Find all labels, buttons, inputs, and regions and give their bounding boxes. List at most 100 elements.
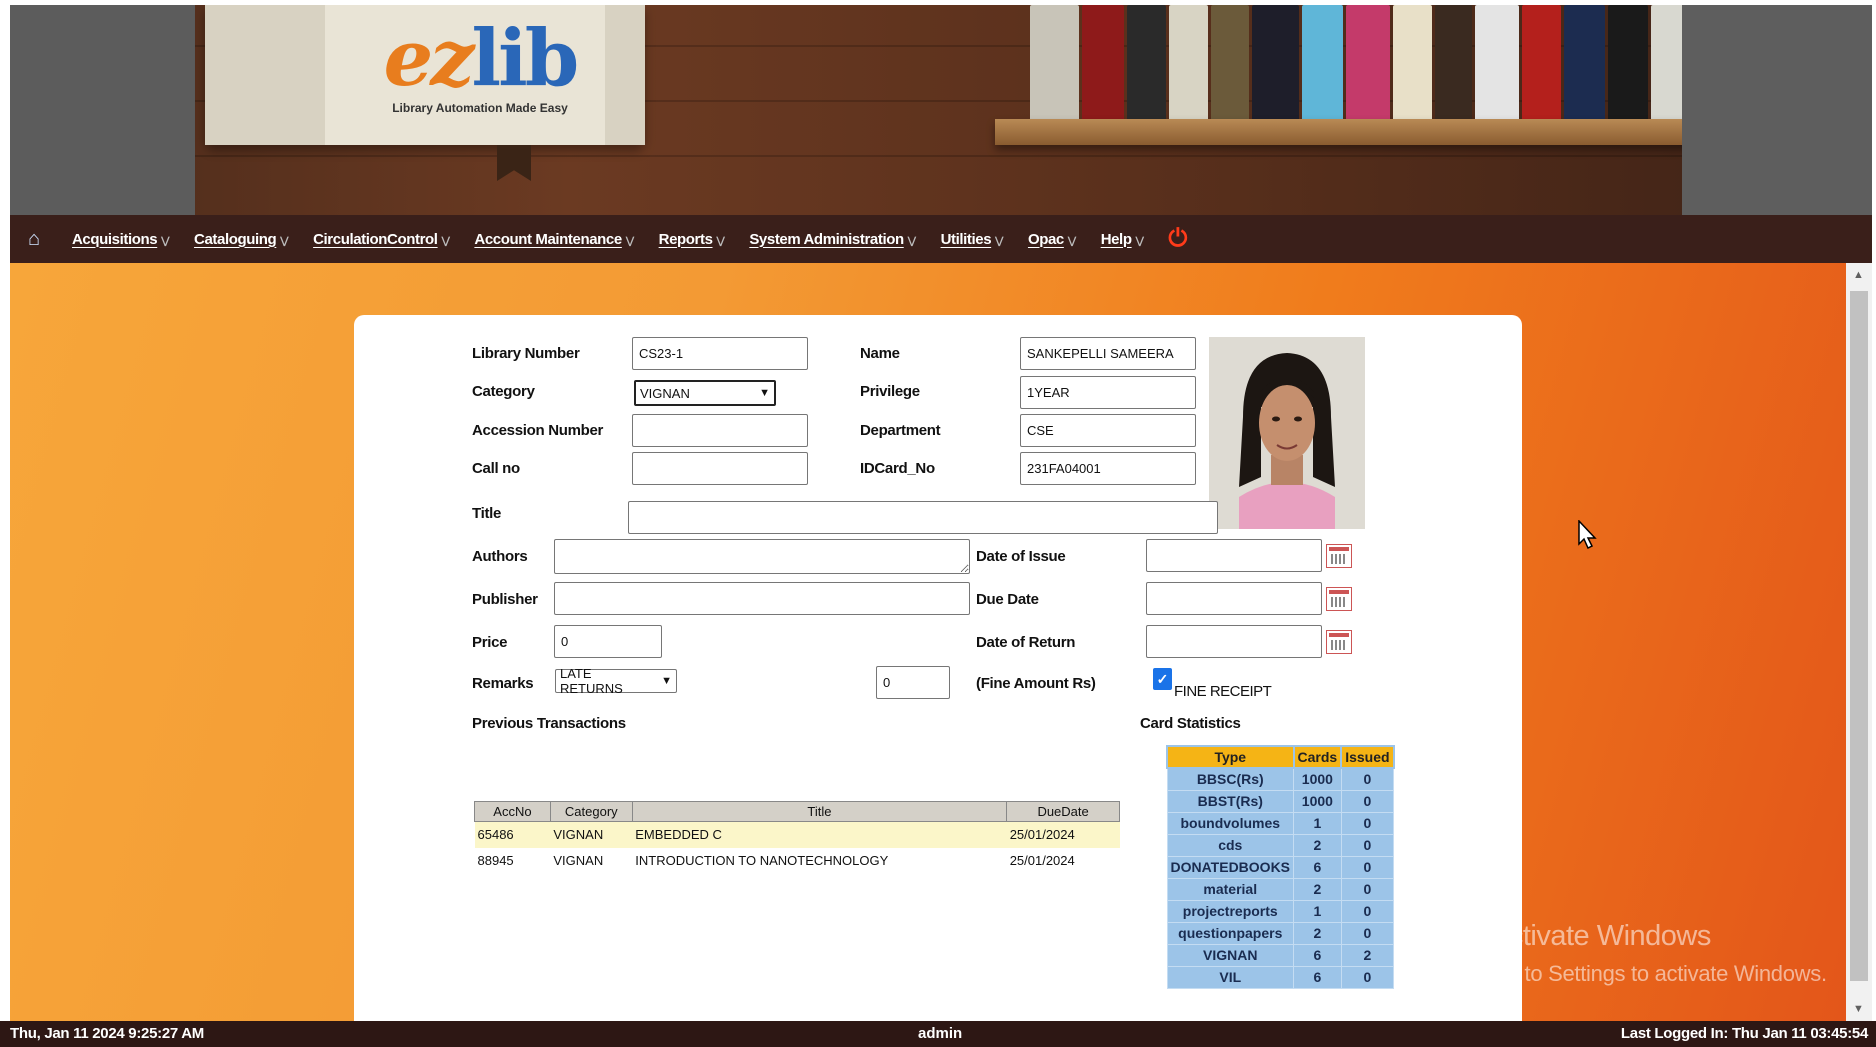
banner-side-panel [1682,5,1872,215]
name-input[interactable] [1020,337,1196,370]
cards-cell: 2 [1293,921,1342,945]
card-statistics-table: Type Cards Issued BBSC(Rs) 1000 0 BBST(Rs)… [1166,745,1395,989]
title-input[interactable] [628,501,1218,534]
bookmark-graphic [497,145,531,181]
chevron-down-icon: ⋁ [1135,235,1144,247]
column-header: Category [549,801,633,822]
cards-cell: 2 [1293,833,1342,857]
publisher-label: Publisher [472,591,538,608]
type-cell: questionpapers [1166,921,1295,945]
table-row: projectreports 1 0 [1166,899,1395,923]
column-header: Type [1166,745,1295,769]
library-number-input[interactable] [632,337,808,370]
type-cell: projectreports [1166,899,1295,923]
date-of-return-input[interactable] [1146,625,1322,658]
menu-utilities[interactable]: Utilities ⋁ [941,231,1004,248]
accno-cell: 65486 [474,821,551,848]
date-of-issue-input[interactable] [1146,539,1322,572]
accno-cell: 88945 [477,853,514,868]
column-header: Issued [1340,745,1395,769]
department-label: Department [860,422,941,439]
calendar-icon[interactable] [1326,587,1352,611]
main-menu-bar: ⌂ Acquisitions ⋁ Cataloguing ⋁ Circulation… [10,215,1872,263]
chevron-down-icon: ▼ [759,387,770,399]
table-row: VIL 6 0 [1166,965,1395,989]
table-row: boundvolumes 1 0 [1166,811,1395,835]
scrollbar-thumb[interactable] [1850,291,1868,981]
cards-cell: 1000 [1293,767,1342,791]
bookshelf [995,119,1695,145]
last-login: Last Logged In: Thu Jan 11 03:45:54 [1620,1025,1868,1042]
due-date-label: Due Date [976,591,1039,608]
privilege-input[interactable] [1020,376,1196,409]
scroll-down-arrow-icon[interactable]: ▼ [1853,1003,1864,1015]
price-input[interactable] [554,625,662,658]
table-row: DONATEDBOOKS 6 0 [1166,855,1395,879]
mouse-cursor-icon [1578,519,1598,554]
status-bar: Thu, Jan 11 2024 9:25:27 AM admin Last L… [0,1021,1876,1047]
date-of-issue-label: Date of Issue [976,548,1066,565]
activate-windows-watermark: Activate Windows [1490,920,1711,952]
banner-side-panel [10,5,195,215]
category-select-value: VIGNAN [640,385,690,401]
activate-windows-hint: Go to Settings to activate Windows. [1490,961,1827,986]
idcard-no-label: IDCard_No [860,460,935,477]
fine-receipt-checkbox[interactable]: ✓ [1153,668,1172,690]
column-header: DueDate [1006,801,1120,822]
type-cell: BBSC(Rs) [1166,767,1295,791]
calendar-icon[interactable] [1326,630,1352,654]
current-datetime: Thu, Jan 11 2024 9:25:27 AM [10,1025,204,1042]
menu-opac[interactable]: Opac ⋁ [1028,231,1076,248]
accession-number-input[interactable] [632,414,808,447]
fine-amount-input[interactable] [876,666,950,699]
publisher-input[interactable] [554,582,970,615]
chevron-down-icon: ▼ [661,675,672,687]
type-cell: VIGNAN [1166,943,1295,967]
vertical-scrollbar[interactable]: ▲ ▼ [1846,263,1872,1021]
cards-cell: 1 [1293,811,1342,835]
table-row: questionpapers 2 0 [1166,921,1395,945]
type-cell: VIL [1166,965,1295,989]
privilege-label: Privilege [860,383,920,400]
type-cell: BBST(Rs) [1166,789,1295,813]
menu-reports[interactable]: Reports ⋁ [659,231,725,248]
menu-circulation-control[interactable]: CirculationControl ⋁ [313,231,450,248]
authors-textarea[interactable] [554,539,970,574]
due-date-input[interactable] [1146,582,1322,615]
category-label: Category [472,383,535,400]
idcard-no-input[interactable] [1020,452,1196,485]
menu-account-maintenance[interactable]: Account Maintenance ⋁ [474,231,634,248]
table-row[interactable]: 65486 VIGNAN EMBEDDED C 25/01/2024 [474,821,1120,848]
table-row[interactable]: 88945 VIGNAN INTRODUCTION TO NANOTECHNOL… [475,848,1120,874]
ezlib-logo: ezlib Library Automation Made Easy [355,13,605,131]
issued-cell: 0 [1340,965,1395,989]
chevron-down-icon: ⋁ [995,235,1003,247]
cards-cell: 1 [1293,899,1342,923]
logo-tagline: Library Automation Made Easy [392,101,568,115]
menu-acquisitions[interactable]: Acquisitions ⋁ [72,231,169,248]
call-no-input[interactable] [632,452,808,485]
title-label: Title [472,505,502,522]
menu-help[interactable]: Help ⋁ [1101,231,1144,248]
authors-label: Authors [472,548,528,565]
type-cell: DONATEDBOOKS [1166,855,1295,879]
menu-system-administration[interactable]: System Administration ⋁ [749,231,916,248]
cards-cell: 6 [1293,855,1342,879]
issued-cell: 0 [1340,811,1395,835]
issued-cell: 0 [1340,855,1395,879]
menu-cataloguing[interactable]: Cataloguing ⋁ [194,231,288,248]
circulation-form-panel: Library Number Name Category VIGNAN ▼ Pri… [354,315,1522,1021]
issued-cell: 0 [1340,877,1395,901]
power-icon[interactable]: ⏻ [1168,225,1187,253]
remarks-select[interactable]: LATE RETURNS ▼ [555,666,677,696]
table-header-row: Type Cards Issued [1166,745,1395,769]
column-header: AccNo [474,801,551,822]
table-row: BBSC(Rs) 1000 0 [1166,767,1395,791]
cards-cell: 2 [1293,877,1342,901]
category-select[interactable]: VIGNAN ▼ [634,380,776,406]
calendar-icon[interactable] [1326,544,1352,568]
department-input[interactable] [1020,414,1196,447]
card-statistics-label: Card Statistics [1140,715,1241,732]
scroll-up-arrow-icon[interactable]: ▲ [1853,269,1864,281]
home-icon[interactable]: ⌂ [22,228,46,250]
